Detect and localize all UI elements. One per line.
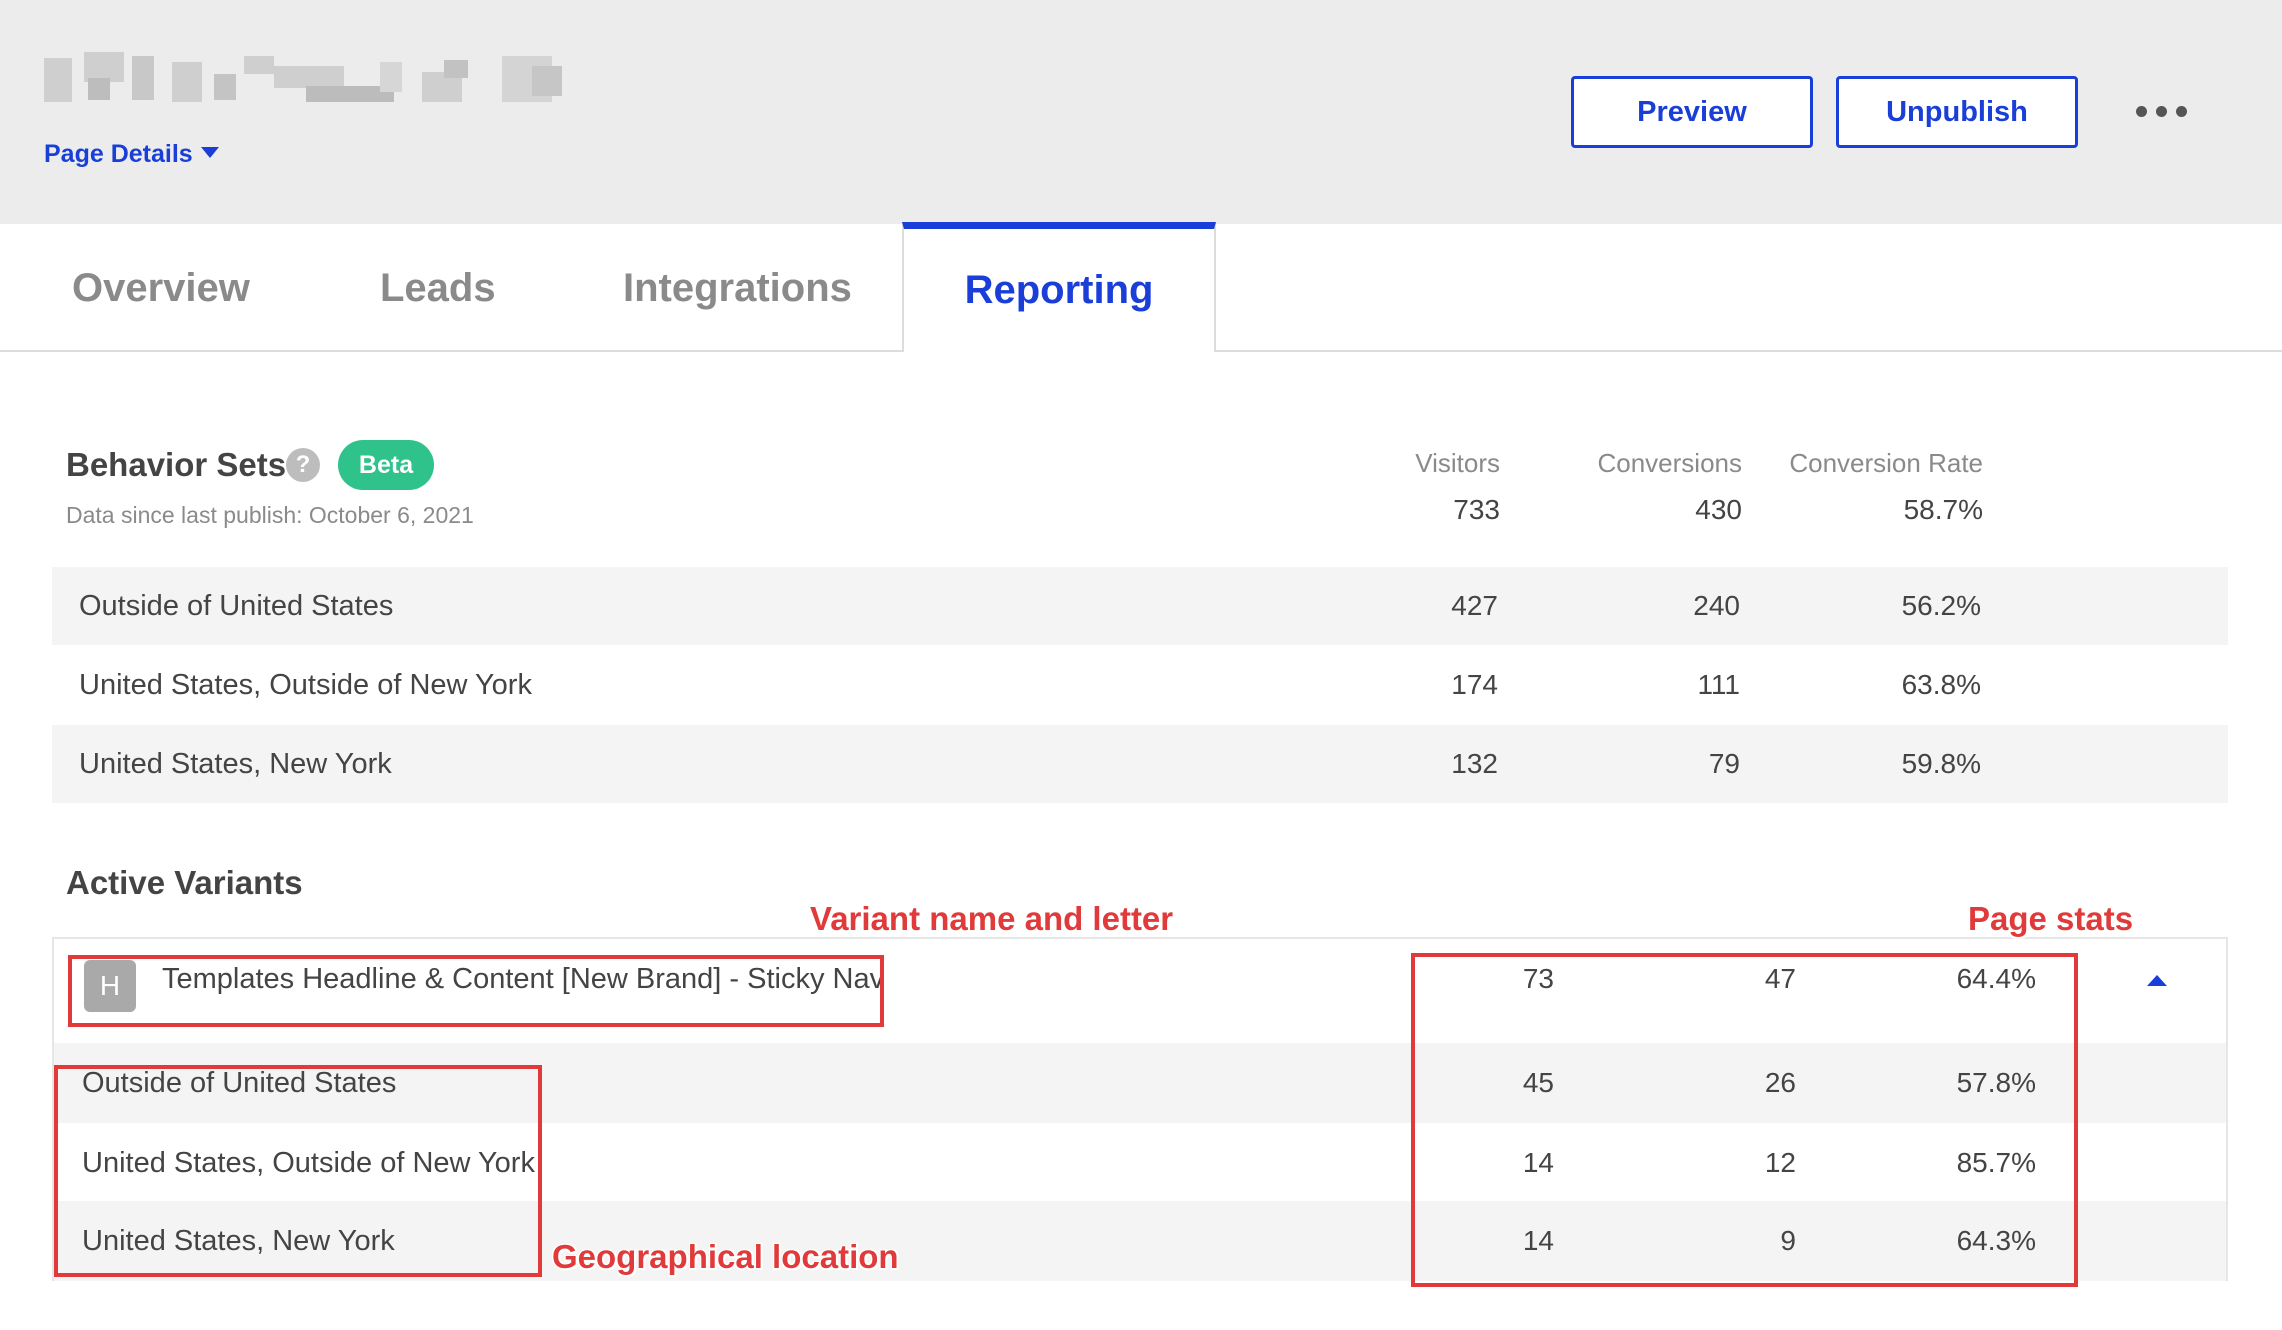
row-visitors: 174 [1451,669,1498,700]
row-rate: 63.8% [1901,669,1981,700]
total-conversions: 430 [1695,494,1742,525]
behavior-sets-title: Behavior Sets [66,446,287,483]
column-header-conversions: Conversions [1597,448,1742,478]
row-visitors: 132 [1451,748,1498,779]
more-horizontal-icon[interactable] [2136,96,2196,126]
help-icon[interactable]: ? [286,448,320,482]
row-label: United States, Outside of New York [79,668,532,701]
row-conversions: 240 [1693,590,1740,621]
annotation-box-stats [1411,953,2078,1287]
chevron-up-icon[interactable] [2147,975,2167,986]
annotation-box-geo [54,1065,542,1277]
active-variants-title: Active Variants [66,864,303,901]
page-details-dropdown[interactable]: Page Details [44,140,219,169]
page-header: Page Details Preview Unpublish [0,0,2282,224]
row-visitors: 427 [1451,590,1498,621]
tab-reporting[interactable]: Reporting [902,222,1216,352]
annotation-box-variant [68,955,884,1027]
column-header-conversion-rate: Conversion Rate [1789,448,1983,478]
row-conversions: 79 [1708,748,1740,779]
unpublish-button[interactable]: Unpublish [1836,76,2078,148]
table-row: United States, Outside of New York 174 1… [52,646,2228,724]
chevron-down-icon [200,147,219,158]
row-conversions: 111 [1697,669,1740,700]
table-row: United States, New York 132 79 59.8% [52,725,2228,803]
table-row: Outside of United States 427 240 56.2% [52,567,2228,645]
tab-bar: Overview Leads Integrations Reporting [0,222,2282,352]
page-title-redacted [44,52,564,106]
row-label: United States, New York [79,747,392,780]
annotation-geo-label: Geographical location [552,1238,899,1275]
page-details-label: Page Details [44,140,193,168]
row-rate: 56.2% [1901,590,1981,621]
beta-badge: Beta [338,440,434,490]
column-header-visitors: Visitors [1415,448,1500,478]
row-rate: 59.8% [1901,748,1981,779]
total-visitors: 733 [1453,494,1500,525]
tab-overview[interactable]: Overview [72,224,250,352]
tab-integrations[interactable]: Integrations [623,224,852,352]
tab-leads[interactable]: Leads [380,224,496,352]
data-since-text: Data since last publish: October 6, 2021 [66,502,474,528]
annotation-stats-label: Page stats [1968,900,2134,937]
annotation-variant-label: Variant name and letter [810,900,1174,937]
row-label: Outside of United States [79,589,394,622]
preview-button[interactable]: Preview [1571,76,1813,148]
total-conversion-rate: 58.7% [1903,494,1983,525]
